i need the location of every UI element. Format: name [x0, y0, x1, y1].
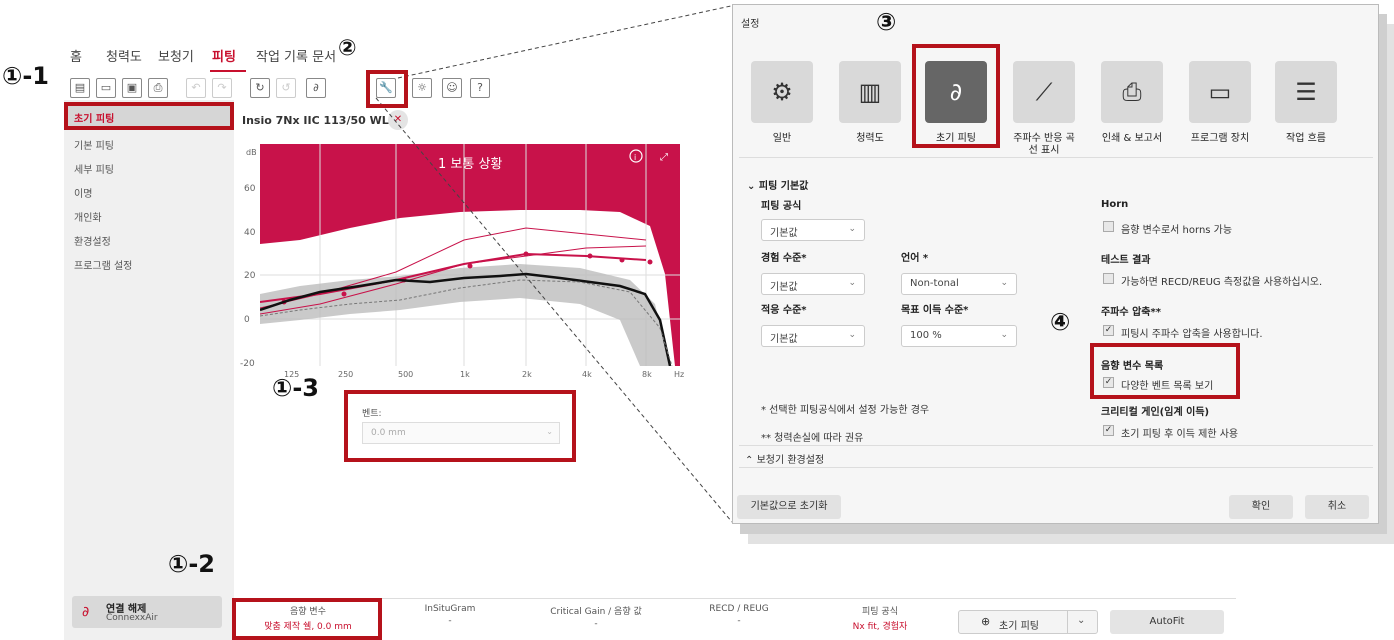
category-general[interactable]: ⚙ 일반 [749, 61, 815, 145]
critical-option: 초기 피팅 후 이득 제한 사용 [1121, 429, 1239, 440]
chevron-down-icon: ⌄ [848, 278, 856, 288]
target-gain-value: 100 % [910, 330, 942, 341]
note-hearing-loss: ** 청력손실에 따라 권유 [761, 433, 864, 444]
horn-title: Horn [1101, 199, 1129, 210]
horn-option: 음향 변수로서 horns 가능 [1121, 225, 1233, 236]
device-icon: ▭ [1189, 61, 1251, 123]
critical-title: 크리티컬 게인(임계 이득) [1101, 407, 1210, 418]
dialog-title: 설정 [741, 19, 760, 30]
chevron-down-icon: ⌄ [848, 330, 856, 340]
language-select[interactable]: Non-tonal ⌄ [901, 273, 1017, 295]
category-frequency-response[interactable]: ⟋ 주파수 반응 곡선 표시 [1011, 61, 1077, 157]
section-environment-label: 보청기 환경설정 [756, 455, 825, 466]
section-fitting-defaults[interactable]: ⌄ 피팅 기본값 [747, 177, 808, 192]
formula-label: 피팅 공식 [761, 201, 802, 212]
callout-4: ④ [1050, 308, 1071, 336]
adaptation-value: 기본값 [770, 334, 798, 345]
section-divider-2 [739, 467, 1373, 468]
highlight-acoustic-tab [232, 598, 382, 640]
language-value: Non-tonal [910, 278, 959, 289]
highlight-acoustic-list [1090, 343, 1240, 399]
highlight-first-fit-category [912, 44, 1000, 148]
chevron-down-icon: ⌄ [1000, 330, 1008, 340]
adaptation-select[interactable]: 기본값 ⌄ [761, 325, 865, 347]
highlight-vent [344, 390, 576, 462]
callout-2: ② [338, 36, 357, 61]
test-option: 가능하면 RECD/REUG 측정값을 사용하십시오. [1121, 277, 1323, 288]
experience-select[interactable]: 기본값 ⌄ [761, 273, 865, 295]
formula-select[interactable]: 기본값 ⌄ [761, 219, 865, 241]
test-checkbox[interactable] [1103, 273, 1114, 284]
freq-option: 피팅시 주파수 압축을 사용합니다. [1121, 329, 1263, 340]
language-label: 언어 * [901, 253, 929, 264]
category-frequency-response-label: 주파수 반응 곡선 표시 [1013, 133, 1075, 156]
note-formula: * 선택한 피팅공식에서 설정 가능한 경우 [761, 405, 930, 416]
experience-value: 기본값 [770, 282, 798, 293]
section-environment[interactable]: ⌃ 보청기 환경설정 [745, 451, 824, 466]
category-print-label: 인쇄 & 보고서 [1101, 133, 1163, 144]
settings-dialog: 설정 ⚙ 일반 ▥ 청력도 ∂ 초기 피팅 ⟋ 주파수 반응 곡선 표시 ⎙ 인… [732, 4, 1379, 524]
freq-checkbox[interactable]: ✓ [1103, 325, 1114, 336]
callout-1-1: ①-1 [2, 62, 49, 90]
adaptation-label: 적응 수준* [761, 305, 807, 316]
category-divider [739, 157, 1373, 158]
audiogram-icon: ▥ [839, 61, 901, 123]
critical-checkbox[interactable]: ✓ [1103, 425, 1114, 436]
test-title: 테스트 결과 [1101, 255, 1151, 266]
highlight-wrench [366, 70, 408, 108]
callout-3: ③ [876, 8, 897, 36]
printer-icon: ⎙ [1101, 61, 1163, 123]
freq-title: 주파수 압축** [1101, 307, 1161, 318]
category-audiogram-label: 청력도 [856, 133, 884, 144]
target-gain-label: 목표 이득 수준* [901, 305, 969, 316]
category-workflow-label: 작업 흐름 [1286, 133, 1326, 144]
formula-value: 기본값 [770, 228, 798, 239]
category-print[interactable]: ⎙ 인쇄 & 보고서 [1099, 61, 1165, 145]
category-audiogram[interactable]: ▥ 청력도 [837, 61, 903, 145]
chevron-down-icon: ⌄ [848, 224, 856, 234]
chevron-down-icon: ⌄ [1000, 278, 1008, 288]
category-general-label: 일반 [772, 133, 792, 144]
highlight-first-fit [64, 102, 234, 130]
callout-1-3: ①-3 [272, 374, 319, 402]
section-fitting-defaults-label: 피팅 기본값 [758, 181, 809, 192]
cancel-button[interactable]: 취소 [1305, 495, 1369, 519]
section-divider [739, 445, 1373, 446]
callout-1-2: ①-2 [168, 550, 215, 578]
category-program-device[interactable]: ▭ 프로그램 장치 [1187, 61, 1253, 145]
category-workflow[interactable]: ☰ 작업 흐름 [1273, 61, 1339, 145]
checklist-icon: ☰ [1275, 61, 1337, 123]
reset-button[interactable]: 기본값으로 초기화 [737, 495, 841, 519]
horn-checkbox[interactable] [1103, 221, 1114, 232]
experience-label: 경험 수준* [761, 253, 807, 264]
category-program-device-label: 프로그램 장치 [1190, 133, 1250, 144]
target-gain-select[interactable]: 100 % ⌄ [901, 325, 1017, 347]
curve-icon: ⟋ [1013, 61, 1075, 123]
ok-button[interactable]: 확인 [1229, 495, 1293, 519]
gear-icon: ⚙ [751, 61, 813, 123]
